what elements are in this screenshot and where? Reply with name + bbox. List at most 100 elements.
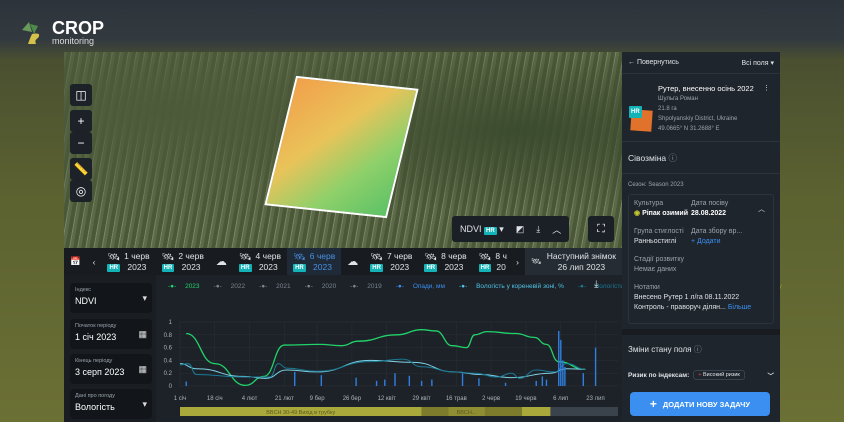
caret-down-icon: ▾ — [142, 293, 147, 303]
download-icon[interactable]: ⤓ — [536, 224, 540, 235]
zoom-in-button[interactable]: + — [70, 110, 92, 132]
cloudy-date-item[interactable]: ☁ — [341, 248, 364, 275]
zoom-out-button[interactable]: − — [70, 132, 92, 154]
chevron-down-icon[interactable]: ﹀ — [768, 370, 775, 380]
x-tick-label: 21 лют — [275, 396, 294, 402]
growth-stage-label: BBCH 30-49 Вихід в трубку — [266, 410, 335, 416]
timeline-prev-button[interactable]: ‹ — [87, 248, 102, 275]
precipitation-bar — [420, 380, 423, 386]
legend-item[interactable]: -●- Вологість у кореневій зоні, % — [459, 283, 571, 290]
timeline-day: 4 черв — [255, 250, 282, 261]
timeline-date-item[interactable]: 🛰 HR 8 черв 2023 — [418, 248, 472, 275]
timeline-day: 8 ч — [495, 250, 507, 261]
legend-item[interactable]: -●- 2023 — [168, 283, 207, 290]
crop-label: Культура — [634, 200, 664, 207]
logo-title: CROP — [52, 18, 105, 38]
maturity-label: Група стиглості — [634, 228, 684, 235]
all-fields-label: Всі поля — [741, 59, 769, 67]
timeline-date-item[interactable]: 🛰 HR 4 черв 2023 — [233, 248, 287, 275]
all-fields-select[interactable]: Всі поля ▾ — [741, 59, 774, 67]
cloudy-date-item[interactable]: ☁ — [210, 248, 233, 275]
satellite-icon: 🛰 HR — [238, 251, 252, 272]
hr-badge: HR — [107, 263, 121, 272]
y-tick-label: 0.4 — [164, 358, 173, 364]
timeline-year: 2023 — [127, 261, 147, 272]
index-selector[interactable]: NDVI HR ▾ — [460, 224, 504, 235]
fullscreen-button[interactable]: ⛶ — [588, 216, 614, 242]
timeline-date-item[interactable]: 🛰 HR 1 черв 2023 — [101, 248, 155, 275]
legend-item[interactable]: -●- Опади, мм — [396, 283, 452, 290]
x-tick-label: 12 квіт — [378, 396, 396, 402]
logo-icon — [22, 22, 40, 44]
index-select[interactable]: Індекс NDVI ▾ — [70, 283, 152, 313]
ruler-icon[interactable]: 📏 — [70, 158, 92, 180]
legend-item[interactable]: -●- 2020 — [305, 283, 344, 290]
timeline-date-item[interactable]: 🛰 HR 7 черв 2023 — [364, 248, 418, 275]
collapse-icon[interactable]: ︿ — [758, 205, 765, 215]
locate-icon[interactable]: ◎ — [70, 180, 92, 202]
end-date-field[interactable]: Кінець періоду 3 серп 2023 ▦ — [70, 354, 152, 384]
precipitation-bar — [545, 379, 548, 386]
compare-icon[interactable]: ◩ — [516, 224, 525, 235]
growth-stage-bar — [521, 407, 551, 416]
satellite-icon: 🛰 HR — [424, 251, 438, 272]
index-label: NDVI — [460, 223, 482, 234]
info-icon[interactable]: ⓘ — [694, 345, 702, 354]
caret-down-icon: ▾ — [142, 399, 147, 409]
legend-label: Вологість у кореневій зоні, % — [476, 283, 564, 290]
cloud-icon: ☁ — [347, 256, 359, 268]
x-tick-label: 2 черв — [482, 396, 500, 402]
legend-label: 2022 — [230, 283, 246, 290]
precipitation-bar — [564, 366, 566, 386]
y-tick-label: 0.6 — [164, 346, 173, 352]
timeline-next-button[interactable]: › — [510, 248, 525, 275]
chevron-up-icon[interactable]: ︿ — [552, 223, 561, 236]
precipitation-bar — [504, 382, 507, 386]
more-options-icon[interactable]: ⋮ — [763, 84, 770, 94]
precipitation-bar — [355, 377, 357, 386]
precipitation-bar — [408, 375, 411, 386]
weather-select[interactable]: Дані про погоду Вологість ▾ — [70, 389, 152, 419]
risk-badge[interactable]: + Високий ризик — [693, 370, 745, 380]
chart-controls: Індекс NDVI ▾ Початок періоду 1 січ 2023 ▦ К… — [64, 275, 156, 422]
calendar-icon: ▦ — [138, 329, 147, 339]
harvest-label: Дата збору вр... — [691, 228, 743, 235]
hr-badge: HR — [161, 263, 175, 272]
timeline-day: 1 черв — [124, 250, 150, 261]
split-view-icon[interactable]: ◫ — [70, 84, 92, 106]
start-date-value: 1 січ 2023 — [75, 332, 117, 342]
back-button[interactable]: ← Повернутись — [628, 59, 679, 66]
add-harvest-date-link[interactable]: + Додати — [691, 237, 742, 247]
precipitation-bar — [582, 373, 585, 386]
more-link[interactable]: Більше — [728, 304, 751, 311]
timeline-date-item[interactable]: 🛰 HR 8 ч 20 — [473, 248, 510, 275]
legend-item[interactable]: -●- 2022 — [214, 283, 253, 290]
legend-item[interactable]: -●- 2019 — [350, 283, 389, 290]
add-task-button[interactable]: + ДОДАТИ НОВУ ЗАДАЧУ — [630, 392, 770, 416]
plus-icon: + — [649, 397, 657, 411]
satellite-icon: 🛰 HR — [293, 251, 306, 272]
info-icon[interactable]: ⓘ — [669, 153, 678, 163]
crop-card: Культура ◉ Ріпак озимий Дата посіву 28.08.… — [628, 194, 774, 324]
series-line-1 — [179, 359, 586, 379]
map-view[interactable]: ◫ + − 📏 ◎ NDVI HR ▾ ◩ ⤓ ︿ ⛶ — [64, 52, 622, 248]
next-image[interactable]: 🛰 Наступний знімок 26 лип 2023 — [524, 248, 622, 275]
legend-marker-icon: -●- — [350, 283, 359, 290]
timeline-date-item[interactable]: 🛰 HR 6 черв 2023 — [287, 248, 342, 275]
legend-marker-icon: -●- — [168, 283, 177, 290]
index-select-label: Індекс — [75, 287, 92, 293]
start-date-field[interactable]: Початок періоду 1 січ 2023 ▦ — [70, 319, 152, 349]
legend-item[interactable]: -●- 2021 — [259, 283, 298, 290]
legend-label: 2021 — [276, 283, 291, 290]
field-area: 21.8 га — [658, 106, 677, 112]
download-chart-icon[interactable]: ⤓ — [594, 279, 598, 290]
timeline-year: 2023 — [258, 261, 278, 272]
field-ndvi-overlay[interactable] — [264, 75, 419, 219]
timeline-date-item[interactable]: 🛰 HR 2 черв 2023 — [156, 248, 210, 275]
timeline-year: 2023 — [181, 261, 201, 272]
crop-icon: ◉ — [634, 210, 641, 217]
calendar-button[interactable]: 📅 — [64, 248, 87, 275]
legend-marker-icon: -●- — [577, 283, 587, 290]
risk-value: Високий ризик — [703, 372, 740, 378]
image-timeline: 📅 ‹ 🛰 HR 1 черв 2023 🛰 HR 2 черв 2023 ☁ 🛰 HR 4 черв… — [64, 248, 622, 275]
